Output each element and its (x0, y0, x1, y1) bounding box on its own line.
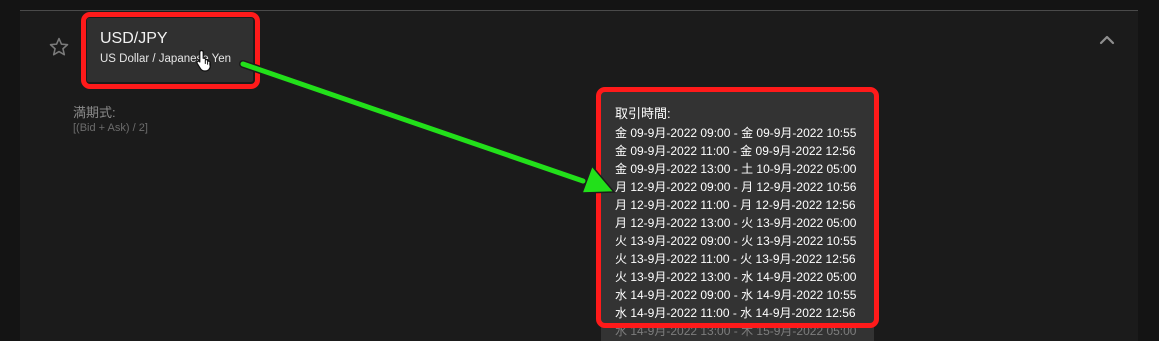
hand-pointer-icon (195, 48, 215, 72)
symbol-highlight-box (81, 12, 260, 89)
expiry-label: 満期式: (73, 105, 116, 120)
instrument-details-page: USD/JPY US Dollar / Japanese Yen 満期式: [(… (0, 0, 1159, 341)
trading-hours-highlight-box (596, 87, 879, 328)
expiry-formula: [(Bid + Ask) / 2] (73, 122, 148, 134)
star-icon[interactable] (48, 36, 70, 58)
chevron-up-icon[interactable] (1098, 33, 1116, 47)
